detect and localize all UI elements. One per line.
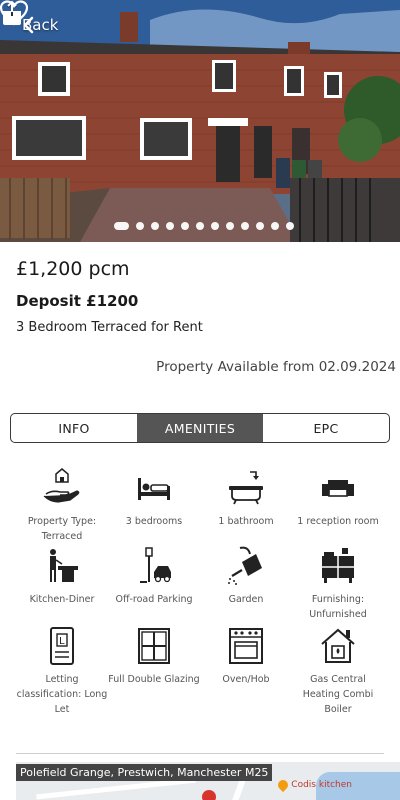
bed-icon bbox=[138, 478, 170, 500]
amenity-label: Oven/Hob bbox=[222, 674, 270, 685]
amenity-garden: Garden bbox=[196, 546, 296, 607]
availability-date: Property Available from 02.09.2024 bbox=[156, 359, 396, 375]
amenity-parking: Off-road Parking bbox=[104, 546, 204, 607]
amenity-label: Kitchen-Diner bbox=[29, 594, 95, 605]
deposit-amount: Deposit £1200 bbox=[16, 292, 139, 310]
property-type-icon bbox=[43, 468, 80, 503]
amenity-label: Full Double Glazing bbox=[108, 674, 200, 685]
amenity-label: Property Type: Terraced bbox=[27, 516, 97, 542]
amenity-furnishing: Furnishing: Unfurnished bbox=[288, 546, 388, 622]
gallery-dot[interactable] bbox=[271, 222, 279, 230]
amenity-label: Garden bbox=[228, 594, 264, 605]
amenity-label: Off-road Parking bbox=[115, 594, 193, 605]
amenity-letting: L Letting classification: Long Let bbox=[12, 626, 112, 717]
amenity-label: 1 reception room bbox=[297, 516, 379, 527]
gallery-dot[interactable] bbox=[241, 222, 249, 230]
bathtub-icon bbox=[229, 471, 263, 505]
gallery-dot[interactable] bbox=[114, 222, 129, 230]
poi-pin-icon bbox=[276, 777, 291, 793]
house-photo-illustration bbox=[0, 0, 400, 242]
gallery-dot[interactable] bbox=[211, 222, 219, 230]
amenity-label: Gas Central Heating Combi Boiler bbox=[302, 674, 374, 715]
gallery-dot[interactable] bbox=[136, 222, 144, 230]
gallery-dot[interactable] bbox=[256, 222, 264, 230]
amenity-reception: 1 reception room bbox=[288, 468, 388, 529]
gallery-dot[interactable] bbox=[151, 222, 159, 230]
tab-amenities[interactable]: AMENITIES bbox=[137, 414, 263, 442]
amenity-bedrooms: 3 bedrooms bbox=[104, 468, 204, 529]
map-address: Polefield Grange, Prestwich, Manchester … bbox=[16, 764, 273, 781]
gallery-pagination[interactable] bbox=[114, 222, 294, 230]
tab-info[interactable]: INFO bbox=[11, 414, 137, 442]
heating-house-icon bbox=[321, 628, 355, 663]
gallery-dot[interactable] bbox=[196, 222, 204, 230]
amenity-label: 1 bathroom bbox=[218, 516, 274, 527]
gallery-dot[interactable] bbox=[226, 222, 234, 230]
location-pin-icon[interactable] bbox=[202, 790, 216, 800]
tab-epc[interactable]: EPC bbox=[263, 414, 389, 442]
furniture-icon bbox=[322, 548, 354, 583]
map-poi[interactable]: Codis kitchen bbox=[276, 777, 352, 793]
parking-icon bbox=[140, 547, 171, 583]
detail-tabs: INFO AMENITIES EPC bbox=[10, 413, 390, 443]
svg-text:L: L bbox=[59, 636, 65, 647]
amenity-label: Furnishing: Unfurnished bbox=[309, 594, 367, 620]
watering-can-icon bbox=[228, 546, 262, 585]
amenity-label: 3 bedrooms bbox=[125, 516, 183, 527]
property-photo[interactable]: Back bbox=[0, 0, 400, 242]
location-map[interactable]: Polefield Grange, Prestwich, Manchester … bbox=[16, 762, 400, 800]
favorite-heart-icon[interactable] bbox=[0, 0, 28, 26]
poi-label: Codis kitchen bbox=[291, 780, 352, 790]
window-icon bbox=[138, 628, 170, 664]
sofa-icon bbox=[322, 480, 354, 497]
kitchen-diner-icon bbox=[50, 549, 78, 582]
gallery-dot[interactable] bbox=[181, 222, 189, 230]
amenity-label: Letting classification: Long Let bbox=[16, 674, 108, 715]
amenity-oven: Oven/Hob bbox=[196, 626, 296, 687]
amenity-bathroom: 1 bathroom bbox=[196, 468, 296, 529]
amenity-heating: Gas Central Heating Combi Boiler bbox=[288, 626, 388, 717]
rent-price: £1,200 pcm bbox=[16, 258, 130, 280]
amenity-property-type: Property Type: Terraced bbox=[12, 468, 112, 544]
letting-document-icon: L bbox=[50, 627, 74, 665]
property-summary: 3 Bedroom Terraced for Rent bbox=[16, 320, 203, 335]
oven-icon bbox=[229, 628, 263, 664]
gallery-dot[interactable] bbox=[166, 222, 174, 230]
amenity-kitchen: Kitchen-Diner bbox=[12, 546, 112, 607]
amenity-glazing: Full Double Glazing bbox=[104, 626, 204, 687]
gallery-dot[interactable] bbox=[286, 222, 294, 230]
section-divider bbox=[16, 753, 384, 754]
